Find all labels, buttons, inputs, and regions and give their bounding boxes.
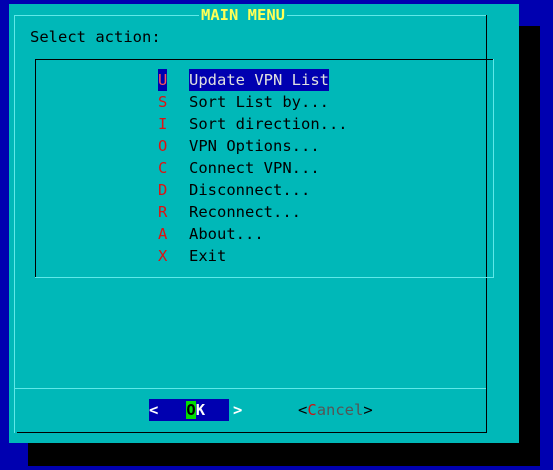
menu-item-label: About...: [189, 225, 264, 243]
ok-right-bracket: >: [233, 401, 243, 419]
menu-item-hotkey: I: [158, 115, 168, 133]
menu-item-label: VPN Options...: [189, 137, 320, 155]
dialog-title: MAIN MENU: [199, 4, 287, 26]
menu-item-hotkey: R: [158, 203, 168, 221]
menu-item-label: Disconnect...: [189, 181, 311, 199]
menu-item-hotkey: S: [158, 93, 168, 111]
ok-label-rest: K: [195, 401, 206, 419]
menu-item-label: Sort List by...: [189, 93, 329, 111]
menu-item-hotkey: O: [158, 137, 168, 155]
menu-item-label: Connect VPN...: [189, 159, 320, 177]
border-bottom: [17, 432, 487, 433]
ok-left-bracket: <: [149, 401, 159, 419]
border-left: [14, 15, 15, 433]
menu-item-label: Exit: [189, 247, 227, 265]
cancel-left-bracket: <: [298, 401, 308, 419]
menu-item-hotkey: D: [158, 181, 168, 199]
cancel-hotkey: C: [307, 401, 317, 419]
menu-box-left: [35, 59, 36, 277]
ok-hotkey: O: [186, 401, 196, 419]
cancel-label-rest: ancel: [316, 401, 364, 419]
border-right: [486, 15, 487, 433]
prompt-text: Select action:: [30, 28, 161, 46]
button-separator: [14, 388, 486, 389]
ok-button[interactable]: < OK >: [149, 399, 242, 421]
menu-item-hotkey: X: [158, 247, 168, 265]
menu-box-right: [493, 59, 494, 277]
menu-item-label: Reconnect...: [189, 203, 301, 221]
cancel-button[interactable]: <Cancel>: [298, 399, 373, 421]
cancel-right-bracket: >: [363, 401, 373, 419]
menu-box-bottom: [35, 277, 494, 278]
menu-item-label: Update VPN List: [189, 69, 329, 91]
menu-item-hotkey: A: [158, 225, 168, 243]
menu-box-top: [35, 59, 493, 60]
menu-item-hotkey: U: [158, 69, 168, 91]
menu-item-hotkey: C: [158, 159, 168, 177]
menu-item-label: Sort direction...: [189, 115, 348, 133]
